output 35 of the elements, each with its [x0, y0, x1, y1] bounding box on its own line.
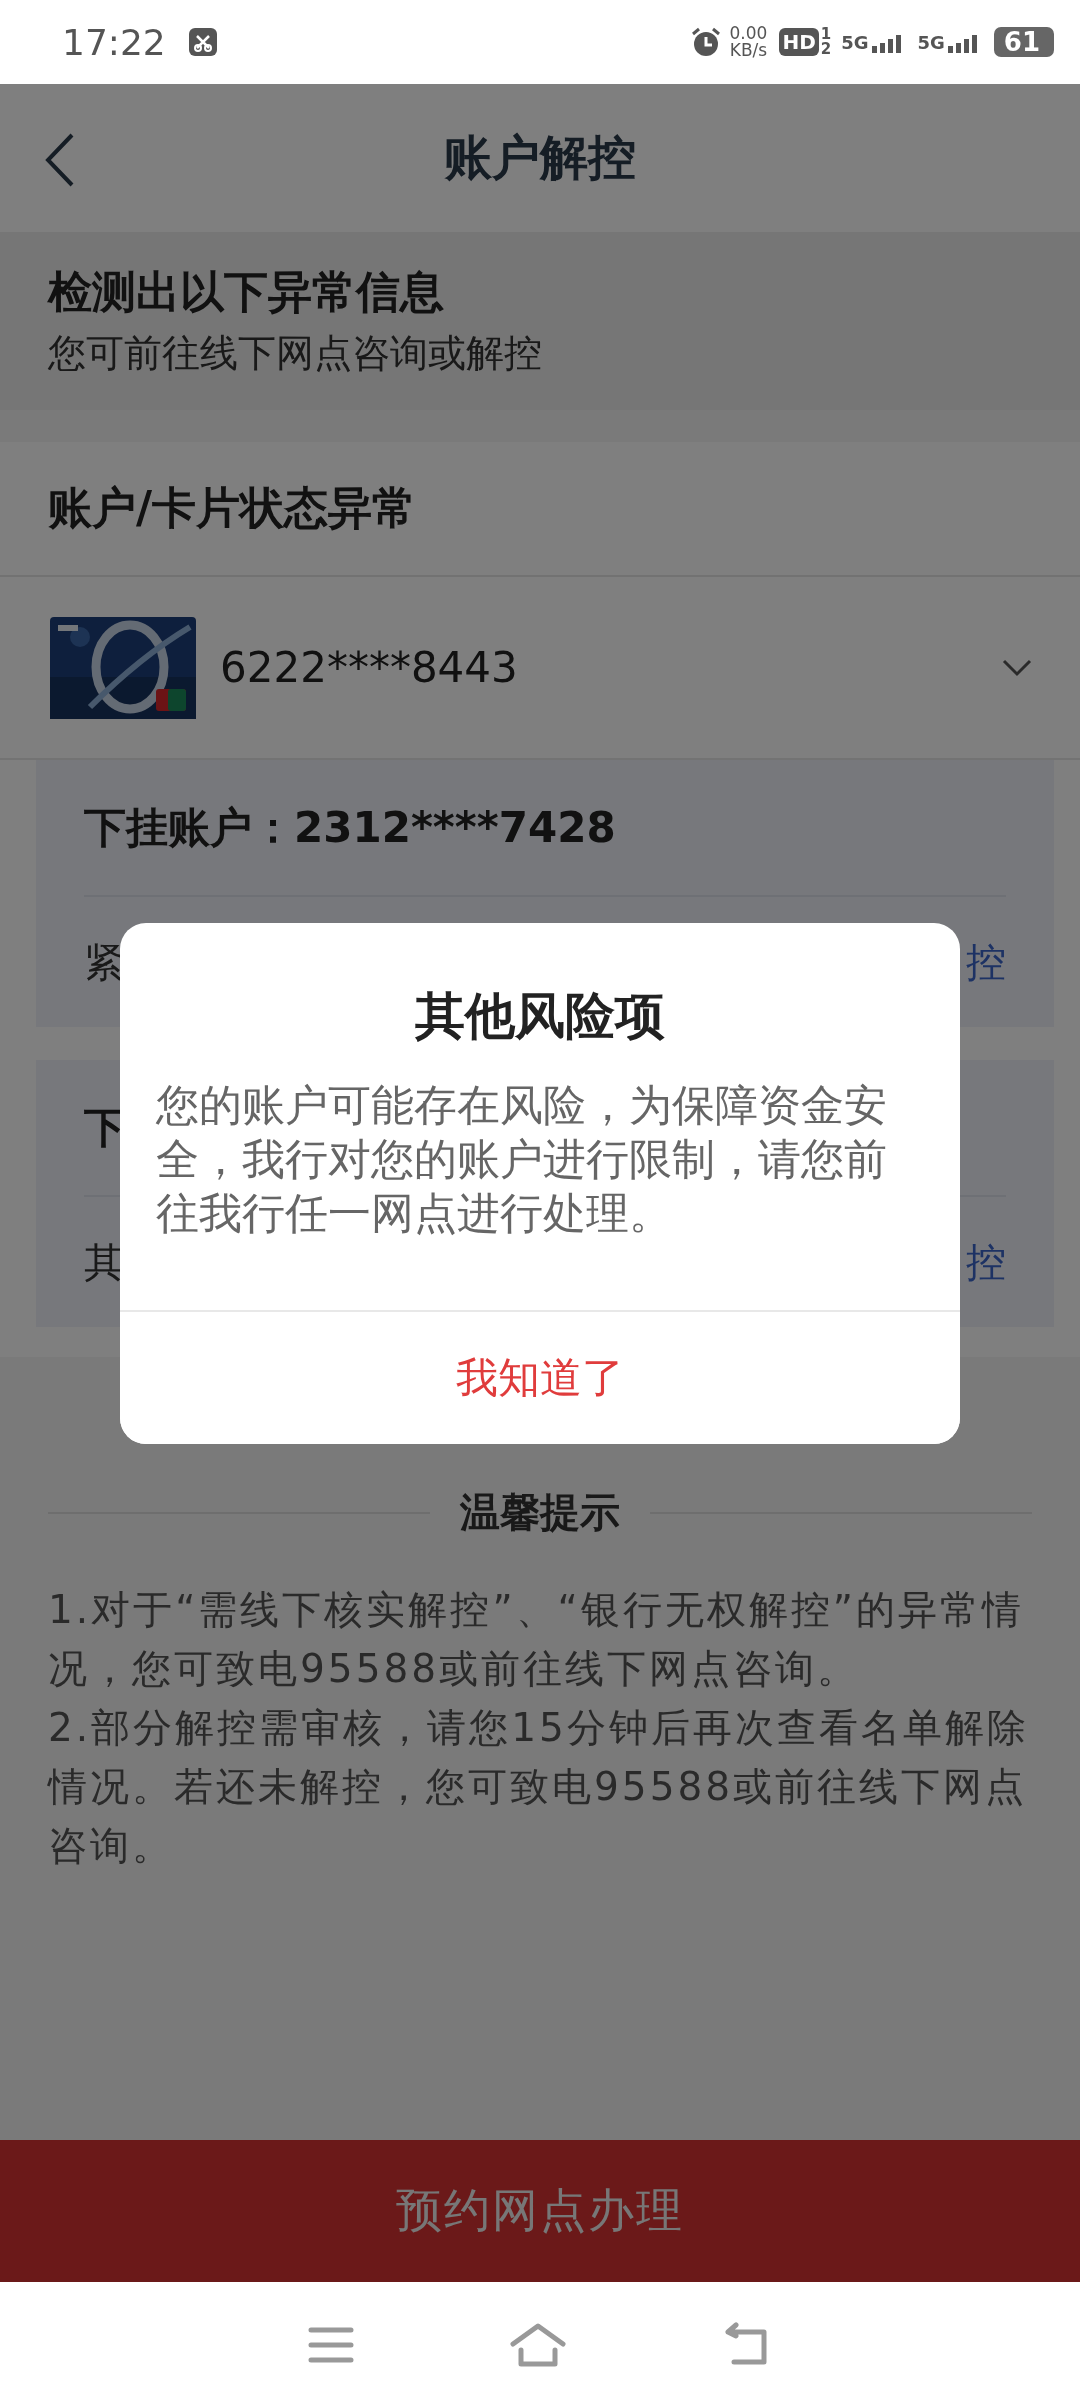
- signal-icon: [947, 32, 980, 53]
- dialog-title: 其他风险项: [414, 986, 666, 1047]
- tip-text: 1.对于“需线下核实解控”、“银行无权解控”的异常情况，您可致电95588或前往线下网点咨询。: [48, 1586, 1026, 1693]
- sim-label: 2: [820, 42, 832, 57]
- dialog-message: 您的账户可能存在风险，为保障资金安全，我行对您的账户进行限制，请您前往我行任一网点进行处理。: [155, 1079, 888, 1240]
- account-label: 下挂账户：2312****7428: [84, 801, 616, 854]
- status-label: 紧: [84, 937, 124, 987]
- signal-icon: [871, 32, 904, 53]
- battery-level: 61: [993, 27, 1054, 57]
- tips-title: 温馨提示: [460, 1488, 620, 1537]
- menu-icon[interactable]: [307, 2325, 354, 2365]
- network-type: 5G: [917, 31, 945, 53]
- book-branch-button[interactable]: 预约网点办理: [0, 2140, 1080, 2282]
- unlock-link[interactable]: 控: [966, 934, 1006, 990]
- alarm-icon: [689, 26, 722, 58]
- network-speed: 0.00: [729, 25, 768, 42]
- notice-subtitle: 您可前往线下网点咨询或解控: [48, 330, 543, 377]
- clock-time: 17:22: [62, 21, 166, 63]
- sim-label: 1: [820, 27, 832, 42]
- chevron-down-icon[interactable]: [1002, 658, 1032, 677]
- network-type: 5G: [841, 31, 869, 53]
- card-number: 6222****8443: [220, 643, 519, 692]
- back-icon[interactable]: [44, 132, 76, 188]
- status-label: 其: [84, 1237, 124, 1287]
- unlock-link[interactable]: 控: [966, 1234, 1006, 1290]
- speed-unit: KB/s: [729, 42, 768, 59]
- hd-badge: HD: [779, 28, 819, 56]
- tip-text: 2.部分解控需审核，请您15分钟后再次查看名单解除情况。若还未解控，您可致电95588或前往线下网点咨询。: [48, 1704, 1030, 1870]
- home-icon[interactable]: [509, 2322, 567, 2368]
- section-title: 账户/卡片状态异常: [0, 442, 1080, 577]
- screenshot-icon: [187, 27, 218, 57]
- page-title: 账户解控: [444, 128, 636, 187]
- confirm-button[interactable]: 我知道了: [120, 1310, 960, 1444]
- notice-title: 检测出以下异常信息: [48, 265, 445, 319]
- account-label: 下: [84, 1101, 126, 1154]
